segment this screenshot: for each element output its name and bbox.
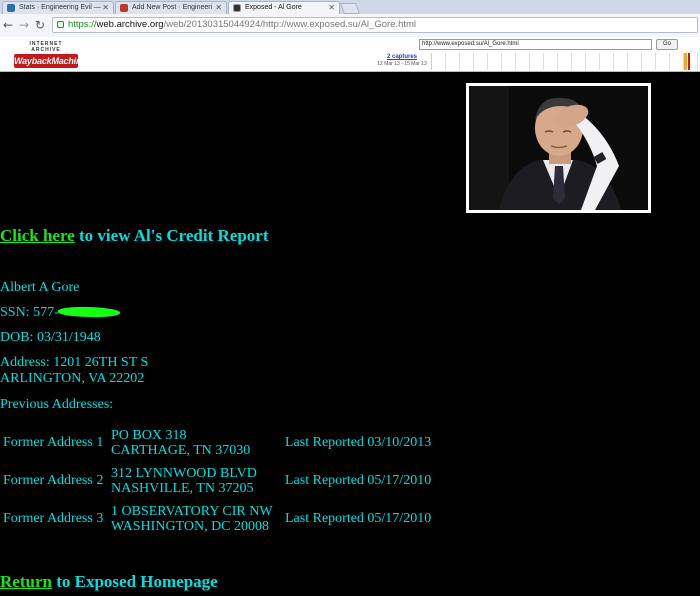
wordpress-icon [7, 4, 15, 12]
tab-add-new-post[interactable]: Add New Post · Engineeri ✕ [115, 1, 227, 14]
former-address-value: 312 LYNNWOOD BLVD NASHVILLE, TN 37205 [111, 462, 285, 500]
address-line-1: 1 OBSERVATORY CIR NW [111, 503, 273, 519]
timeline-cell[interactable] [432, 53, 446, 70]
wayback-timeline[interactable] [431, 53, 700, 70]
arrow-left-icon[interactable]: ← [3, 17, 13, 33]
table-row: Former Address 3 1 OBSERVATORY CIR NW WAS… [0, 500, 431, 538]
former-address-label: Former Address 1 [3, 435, 104, 451]
browser-chrome: Stats · Engineering Evil — ✕ Add New Pos… [0, 0, 700, 38]
timeline-cell[interactable] [460, 53, 474, 70]
timeline-cell[interactable] [670, 53, 684, 70]
previous-addresses-table: Former Address 1 PO BOX 318 CARTHAGE, TN … [0, 424, 431, 538]
timeline-cell[interactable] [656, 53, 670, 70]
table-row: Former Address 2 312 LYNNWOOD BLVD NASHVI… [0, 462, 431, 500]
tab-title: Stats · Engineering Evil — [19, 4, 101, 11]
wayback-url-input[interactable]: http://www.exposed.su/Al_Gore.html [419, 39, 652, 50]
reload-icon[interactable]: ↻ [35, 17, 45, 33]
photo-image [469, 86, 648, 210]
address-line-2: NASHVILLE, TN 37205 [111, 481, 254, 496]
credit-report-link[interactable]: Click here [0, 226, 75, 245]
lock-icon [57, 21, 64, 28]
timeline-cell[interactable] [586, 53, 600, 70]
tab-strip: Stats · Engineering Evil — ✕ Add New Pos… [0, 0, 700, 15]
wayback-machine-label: WaybackMachine [14, 54, 87, 68]
timeline-cell[interactable] [642, 53, 656, 70]
wayback-logo[interactable]: INTERNET ARCHIVE WaybackMachine [14, 41, 87, 68]
close-icon[interactable]: ✕ [328, 2, 335, 14]
former-address-value: PO BOX 318 CARTHAGE, TN 37030 [111, 424, 285, 462]
tab-exposed-al-gore[interactable]: Exposed - Al Gore ✕ [228, 1, 340, 15]
close-icon[interactable]: ✕ [215, 2, 222, 14]
return-link[interactable]: Return [0, 572, 52, 591]
timeline-cell[interactable] [628, 53, 642, 70]
return-heading: Return to Exposed Homepage [0, 572, 218, 592]
last-reported: Last Reported 05/17/2010 [285, 511, 432, 527]
former-address-label: Former Address 3 [3, 511, 104, 527]
return-text: to Exposed Homepage [51, 572, 218, 591]
address-line-2: WASHINGTON, DC 20008 [111, 519, 270, 534]
al-gore-photo [466, 83, 651, 213]
ssn-label: SSN: 577- [0, 305, 59, 320]
timeline-cell[interactable] [558, 53, 572, 70]
address-line-1: Address: 1201 26TH ST S [0, 355, 149, 370]
wayback-toolbar: INTERNET ARCHIVE WaybackMachine http://w… [0, 37, 700, 72]
timeline-cell[interactable] [600, 53, 614, 70]
timeline-cell[interactable] [530, 53, 544, 70]
arrow-right-icon[interactable]: → [19, 17, 29, 33]
timeline-capture-marker[interactable] [684, 53, 687, 70]
former-address-value: 1 OBSERVATORY CIR NW WASHINGTON, DC 20008 [111, 500, 285, 538]
wayback-go-button[interactable]: Go [656, 39, 678, 50]
url-scheme: https:// [68, 19, 97, 30]
archive-icon [233, 4, 241, 12]
url-host: web.archive.org [96, 19, 164, 30]
previous-addresses-heading: Previous Addresses: [0, 397, 114, 412]
timeline-cell[interactable] [572, 53, 586, 70]
person-name: Albert A Gore [0, 280, 80, 295]
timeline-cell[interactable] [516, 53, 530, 70]
tab-title: Exposed - Al Gore [245, 4, 302, 11]
url-path: /web/20130315044924/http://www.exposed.s… [163, 19, 417, 30]
timeline-cell[interactable] [446, 53, 460, 70]
credit-report-text: to view Al's Credit Report [74, 226, 269, 245]
former-address-label: Former Address 2 [3, 473, 104, 489]
captures-range: 12 Mar 13 - 15 Mar 13 [377, 61, 427, 67]
new-tab-button[interactable] [339, 3, 361, 14]
last-reported: Last Reported 05/17/2010 [285, 473, 432, 489]
wayback-captures: 2 captures 12 Mar 13 - 15 Mar 13 [374, 54, 430, 67]
timeline-cell[interactable] [474, 53, 488, 70]
dob: DOB: 03/31/1948 [0, 330, 101, 345]
timeline-cell[interactable] [544, 53, 558, 70]
close-icon[interactable]: ✕ [102, 2, 109, 14]
address-line-2: ARLINGTON, VA 22202 [0, 371, 145, 386]
tab-title: Add New Post · Engineeri [132, 4, 213, 11]
tab-stats[interactable]: Stats · Engineering Evil — ✕ [2, 1, 114, 14]
ssn-redaction [57, 305, 121, 319]
timeline-cell[interactable] [488, 53, 502, 70]
address-line-1: 312 LYNNWOOD BLVD [111, 465, 257, 481]
timeline-cell[interactable] [614, 53, 628, 70]
url-text: https://web.archive.org/web/201303150449… [68, 18, 416, 32]
internet-archive-label: INTERNET ARCHIVE [29, 41, 63, 53]
browser-toolbar: ← → ↻ https://web.archive.org/web/201303… [0, 14, 700, 37]
address-bar[interactable]: https://web.archive.org/web/201303150449… [52, 17, 698, 33]
captures-link[interactable]: 2 captures [374, 54, 430, 60]
address-line-1: PO BOX 318 [111, 427, 187, 443]
timeline-current-marker [688, 53, 690, 70]
timeline-cell[interactable] [502, 53, 516, 70]
credit-report-heading: Click here to view Al's Credit Report [0, 226, 269, 246]
site-icon [120, 4, 128, 12]
last-reported: Last Reported 03/10/2013 [285, 435, 432, 451]
address-line-2: CARTHAGE, TN 37030 [111, 443, 251, 458]
table-row: Former Address 1 PO BOX 318 CARTHAGE, TN … [0, 424, 431, 462]
